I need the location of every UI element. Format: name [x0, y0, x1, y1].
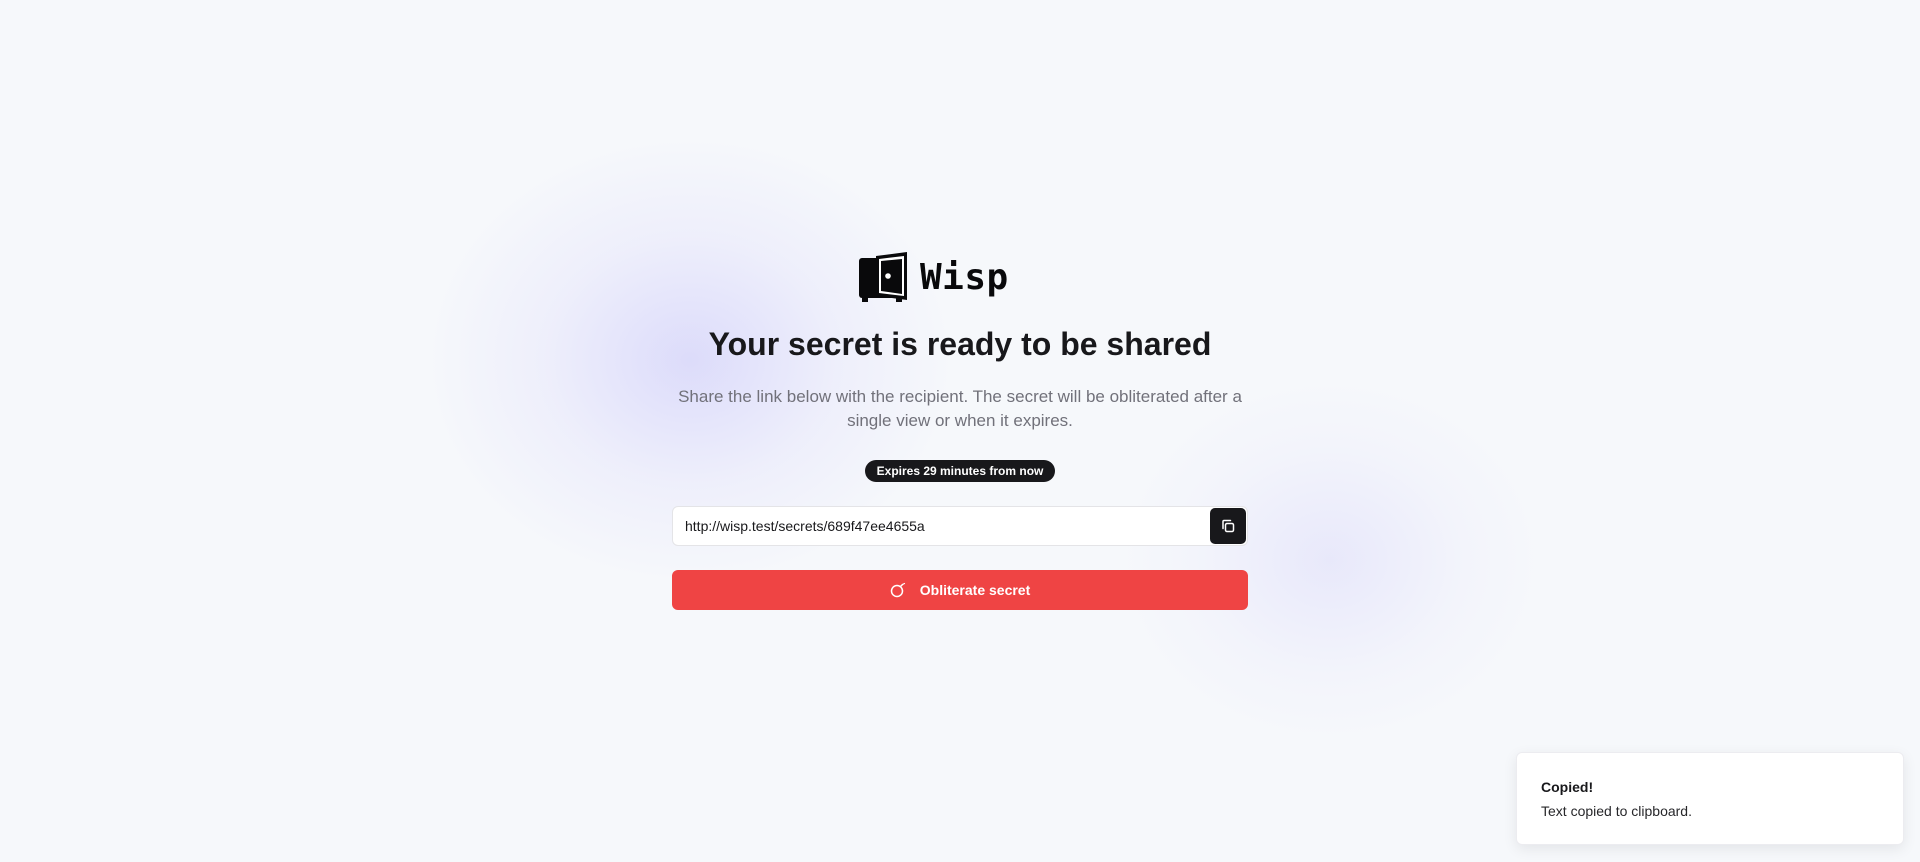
secret-link-field	[672, 506, 1248, 546]
page-title: Your secret is ready to be shared	[708, 326, 1212, 362]
copied-toast: Copied! Text copied to clipboard.	[1516, 752, 1904, 845]
secret-shared-page: Wisp Your secret is ready to be shared S…	[0, 0, 1920, 862]
obliterate-secret-button[interactable]: Obliterate secret	[672, 570, 1248, 610]
page-description: Share the link below with the recipient.…	[678, 387, 1242, 430]
obliterate-secret-label: Obliterate secret	[919, 582, 1031, 598]
copy-link-button[interactable]	[1210, 508, 1246, 544]
safe-door-icon	[859, 252, 907, 302]
app-name: Wisp	[920, 256, 1009, 298]
bomb-icon	[890, 582, 905, 598]
secret-link-input[interactable]	[673, 507, 1203, 545]
copy-icon	[1222, 519, 1235, 533]
toast-message: Text copied to clipboard.	[1541, 803, 1692, 819]
app-logo: Wisp	[858, 252, 1009, 302]
expiry-badge: Expires 29 minutes from now	[865, 460, 1055, 482]
toast-title: Copied!	[1541, 779, 1594, 795]
